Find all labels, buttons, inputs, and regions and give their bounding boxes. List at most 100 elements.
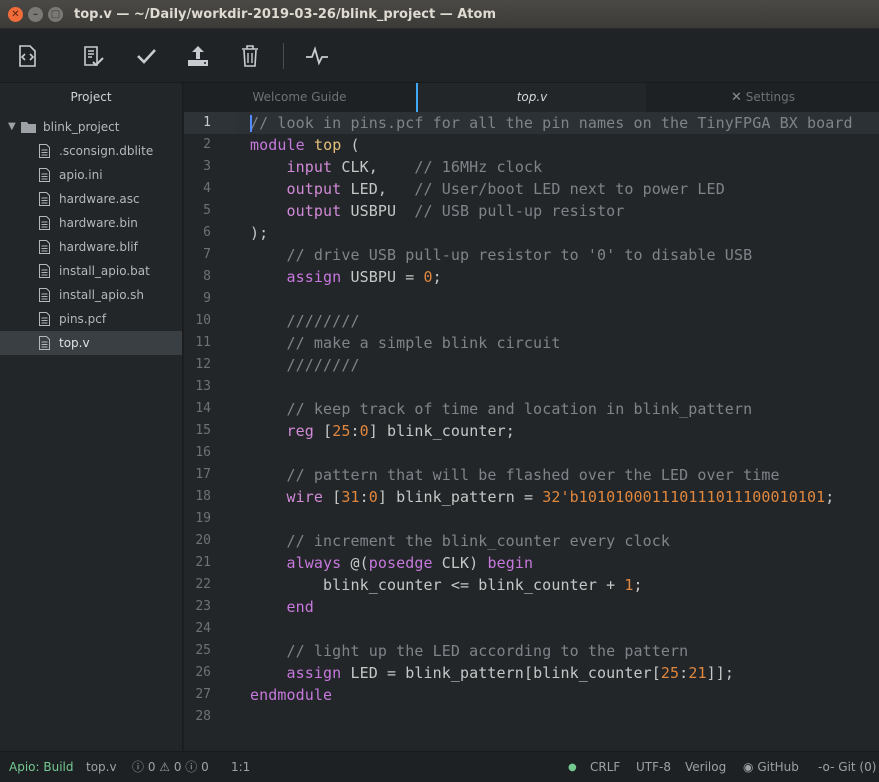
tab-welcome-guide[interactable]: Welcome Guide [184, 83, 415, 112]
code-line[interactable]: wire [31:0] blink_pattern = 32'b10101000… [250, 486, 879, 508]
diagnostics-counts[interactable]: ⓘ 0 ⚠ 0 ⓘ 0 [132, 752, 209, 782]
file-item[interactable]: apio.ini [0, 163, 182, 187]
file-icon [39, 312, 50, 326]
tab-bar: Welcome Guide top.v ✕ Settings [184, 83, 879, 112]
file-icon [39, 336, 50, 350]
file-item[interactable]: .sconsign.dblite [0, 139, 182, 163]
git-commit-icon: -o- [818, 760, 835, 774]
file-item[interactable]: hardware.bin [0, 211, 182, 235]
tab-settings-label: Settings [745, 90, 795, 104]
file-label: hardware.blif [59, 240, 138, 254]
project-root-folder[interactable]: ▼ blink_project [0, 115, 182, 139]
toolbar [0, 29, 879, 83]
line-number: 22 [195, 577, 211, 592]
github-icon: ◉ [743, 760, 754, 774]
code-line[interactable]: assign LED = blink_pattern[blink_counter… [250, 662, 879, 684]
project-root-label: blink_project [43, 120, 120, 134]
line-number: 14 [195, 401, 211, 416]
code-line[interactable]: always @(posedge CLK) begin [250, 552, 879, 574]
code-line[interactable]: // look in pins.pcf for all the pin name… [236, 112, 879, 134]
file-item[interactable]: hardware.blif [0, 235, 182, 259]
code-editor[interactable]: 1 2 3 4 5 6 7 8 9 10 11 12 13 14 15 16 17 18 19 20 21 22 23 24 2… [184, 112, 879, 751]
window-close-button[interactable]: ✕ [8, 7, 23, 22]
code-line[interactable]: //////// [250, 354, 879, 376]
line-number: 8 [203, 269, 211, 284]
toolbar-separator [283, 43, 284, 69]
sidebar-title: Project [70, 90, 112, 104]
tab-settings[interactable]: ✕ Settings [647, 83, 879, 112]
line-number: 5 [203, 203, 211, 218]
code-line[interactable] [250, 288, 879, 310]
window-minimize-button[interactable]: – [28, 7, 43, 22]
code-line[interactable]: assign USBPU = 0; [250, 266, 879, 288]
encoding-selector[interactable]: UTF-8 [636, 752, 671, 782]
line-number: 24 [195, 621, 211, 636]
file-list: .sconsign.dblite apio.ini hardware.asc hard… [0, 139, 182, 355]
code-line[interactable]: ); [250, 222, 879, 244]
status-file-name[interactable]: top.v [86, 752, 117, 782]
code-line[interactable] [250, 618, 879, 640]
file-item[interactable]: pins.pcf [0, 307, 182, 331]
code-line[interactable]: blink_counter <= blink_counter + 1; [250, 574, 879, 596]
code-line[interactable]: // make a simple blink circuit [250, 332, 879, 354]
line-number: 10 [195, 313, 211, 328]
file-label: hardware.asc [59, 192, 140, 206]
checkmark-icon[interactable] [131, 41, 161, 71]
code-line[interactable]: input CLK, // 16MHz clock [250, 156, 879, 178]
line-number: 3 [203, 159, 211, 174]
pulse-icon[interactable] [302, 41, 332, 71]
status-dot-icon: ● [568, 762, 577, 773]
line-number: 12 [195, 357, 211, 372]
line-ending-selector[interactable]: CRLF [590, 752, 620, 782]
tab-top-v[interactable]: top.v [416, 83, 646, 112]
github-button[interactable]: ◉ GitHub [743, 752, 799, 782]
git-button[interactable]: -o- Git (0) [818, 752, 876, 782]
file-icon [39, 144, 50, 158]
code-line[interactable]: //////// [250, 310, 879, 332]
file-label: .sconsign.dblite [59, 144, 154, 158]
code-line[interactable]: output LED, // User/boot LED next to pow… [250, 178, 879, 200]
line-number: 28 [195, 709, 211, 724]
file-label: top.v [59, 336, 90, 350]
cursor-position[interactable]: 1:1 [231, 752, 250, 782]
checklist-icon[interactable] [78, 41, 108, 71]
line-number: 26 [195, 665, 211, 680]
window-maximize-button[interactable]: □ [48, 7, 63, 22]
code-line[interactable] [250, 376, 879, 398]
source-code-icon[interactable] [12, 41, 42, 71]
trash-icon[interactable] [235, 41, 265, 71]
grammar-selector[interactable]: Verilog [685, 752, 726, 782]
line-number: 18 [195, 489, 211, 504]
github-label: GitHub [757, 760, 799, 774]
file-icon [39, 216, 50, 230]
code-line[interactable]: module top ( [250, 134, 879, 156]
upload-icon[interactable] [183, 41, 213, 71]
wrench-icon: ✕ [731, 90, 742, 105]
file-item[interactable]: install_apio.bat [0, 259, 182, 283]
line-number: 27 [195, 687, 211, 702]
file-item[interactable]: top.v [0, 331, 182, 355]
git-label: Git (0) [838, 760, 877, 774]
code-line[interactable]: end [250, 596, 879, 618]
code-line[interactable]: // increment the blink_counter every clo… [250, 530, 879, 552]
apio-build-status[interactable]: Apio: Build [9, 752, 73, 782]
code-line[interactable] [250, 442, 879, 464]
line-number: 19 [195, 511, 211, 526]
text-cursor [250, 115, 252, 132]
file-label: install_apio.bat [59, 264, 150, 278]
code-line[interactable] [250, 508, 879, 530]
code-line[interactable] [250, 706, 879, 728]
line-number: 15 [195, 423, 211, 438]
code-line[interactable]: reg [25:0] blink_counter; [250, 420, 879, 442]
file-icon [39, 264, 50, 278]
code-line[interactable]: endmodule [250, 684, 879, 706]
code-line[interactable]: // keep track of time and location in bl… [250, 398, 879, 420]
code-line[interactable]: // drive USB pull-up resistor to '0' to … [250, 244, 879, 266]
code-line[interactable]: output USBPU // USB pull-up resistor [250, 200, 879, 222]
file-item[interactable]: hardware.asc [0, 187, 182, 211]
file-icon [39, 288, 50, 302]
code-line[interactable]: // light up the LED according to the pat… [250, 640, 879, 662]
code-line[interactable]: // pattern that will be flashed over the… [250, 464, 879, 486]
file-item[interactable]: install_apio.sh [0, 283, 182, 307]
code-area[interactable]: // look in pins.pcf for all the pin name… [236, 112, 879, 728]
